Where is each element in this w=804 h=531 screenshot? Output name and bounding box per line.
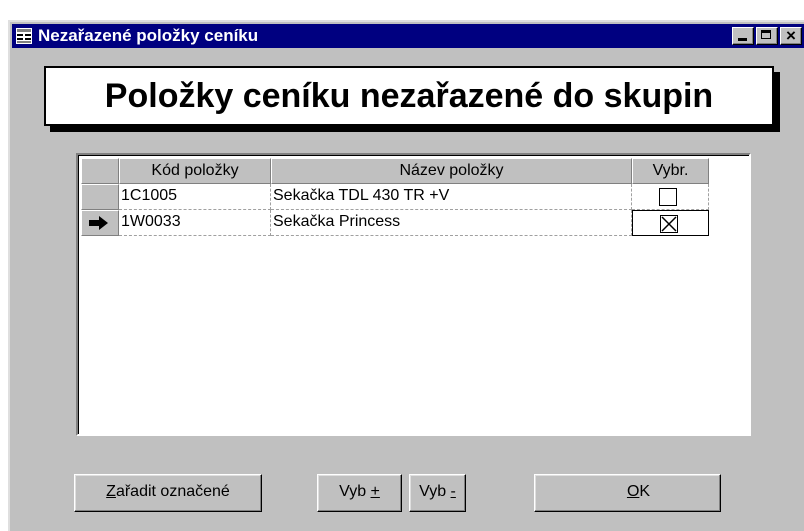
- app-window: Nezařazené položky ceníku × Položky cení…: [8, 20, 804, 531]
- assign-selected-button[interactable]: Zařadit označené: [74, 474, 262, 512]
- column-header-code[interactable]: Kód položky: [119, 158, 271, 184]
- minimize-button[interactable]: [732, 27, 754, 45]
- column-header-selected[interactable]: Vybr.: [632, 158, 709, 184]
- column-header-name[interactable]: Název položky: [271, 158, 632, 184]
- items-grid[interactable]: Kód položky Název položky Vybr. 1C1005 S…: [76, 153, 751, 436]
- cell-name[interactable]: Sekačka Princess: [271, 210, 632, 236]
- title-bar[interactable]: Nezařazené položky ceníku ×: [12, 24, 804, 48]
- cell-name[interactable]: Sekačka TDL 430 TR +V: [271, 184, 632, 210]
- page-heading: Položky ceníku nezařazené do skupin: [104, 77, 714, 115]
- select-all-button[interactable]: Vyb +: [317, 474, 402, 512]
- grid-corner-selector[interactable]: [81, 158, 119, 184]
- checked-x-icon: [661, 216, 677, 232]
- cell-code[interactable]: 1C1005: [119, 184, 271, 210]
- close-button[interactable]: ×: [780, 26, 802, 45]
- maximize-button[interactable]: [756, 27, 778, 45]
- current-record-arrow-icon: [89, 216, 108, 230]
- cell-selected[interactable]: [632, 184, 709, 210]
- heading-banner: Položky ceníku nezařazené do skupin: [44, 66, 774, 126]
- form-icon: [16, 28, 32, 44]
- maximize-icon: [761, 30, 771, 39]
- cell-code[interactable]: 1W0033: [119, 210, 271, 236]
- minimize-icon: [738, 38, 747, 41]
- window-title: Nezařazené položky ceníku: [38, 26, 259, 45]
- deselect-all-button[interactable]: Vyb -: [409, 474, 466, 512]
- row-selector[interactable]: [81, 184, 119, 210]
- select-checkbox-checked[interactable]: [660, 215, 678, 233]
- ok-button[interactable]: OK: [534, 474, 721, 512]
- row-selector-current[interactable]: [81, 210, 119, 236]
- close-icon: ×: [786, 26, 796, 45]
- select-checkbox[interactable]: [659, 188, 677, 206]
- cell-selected[interactable]: [632, 210, 709, 236]
